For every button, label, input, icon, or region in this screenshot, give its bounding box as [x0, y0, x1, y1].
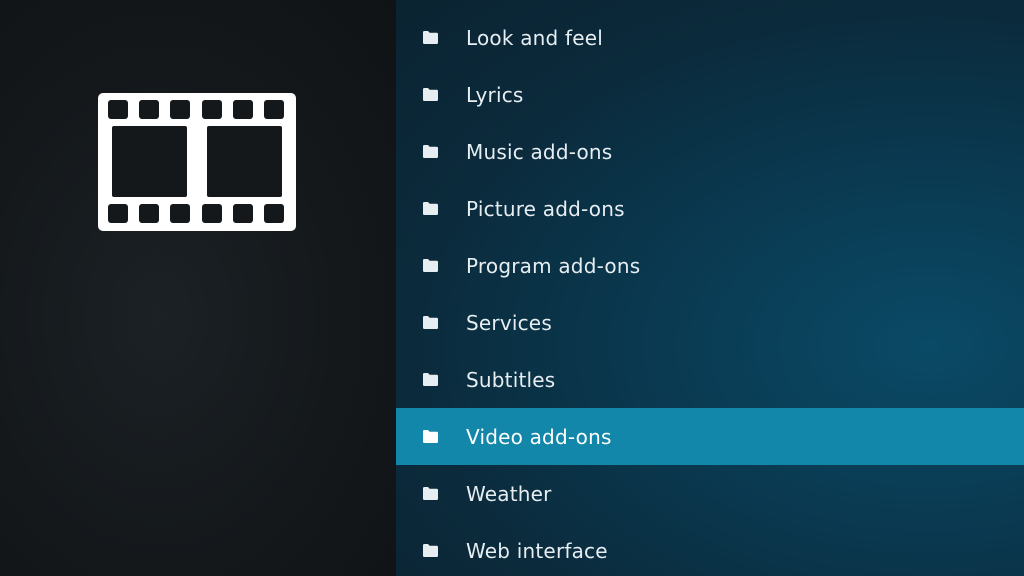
- menu-item-label: Video add-ons: [466, 424, 612, 449]
- menu-item-label: Music add-ons: [466, 139, 613, 164]
- folder-icon: [422, 144, 439, 159]
- menu-item-web-interface[interactable]: Web interface: [396, 522, 1024, 576]
- menu-item-services[interactable]: Services: [396, 294, 1024, 351]
- film-strip-icon: [98, 93, 296, 231]
- folder-icon: [422, 429, 439, 444]
- folder-icon: [422, 543, 439, 558]
- menu-item-look-and-feel[interactable]: Look and feel: [396, 9, 1024, 66]
- menu-item-label: Subtitles: [466, 367, 556, 392]
- folder-icon: [422, 372, 439, 387]
- menu-item-label: Web interface: [466, 538, 608, 563]
- folder-icon: [422, 87, 439, 102]
- menu-item-label: Look and feel: [466, 25, 603, 50]
- menu-item-weather[interactable]: Weather: [396, 465, 1024, 522]
- menu-item-label: Picture add-ons: [466, 196, 625, 221]
- folder-icon: [422, 30, 439, 45]
- menu-item-music-add-ons[interactable]: Music add-ons: [396, 123, 1024, 180]
- folder-icon: [422, 315, 439, 330]
- addon-category-screen: Look and feel Lyrics Music add-ons Picture …: [0, 0, 1024, 576]
- category-preview-panel: [0, 0, 396, 576]
- menu-item-program-add-ons[interactable]: Program add-ons: [396, 237, 1024, 294]
- menu-item-video-add-ons[interactable]: Video add-ons: [396, 408, 1024, 465]
- addon-category-list: Look and feel Lyrics Music add-ons Picture …: [396, 9, 1024, 576]
- menu-item-label: Lyrics: [466, 82, 524, 107]
- menu-item-label: Weather: [466, 481, 552, 506]
- menu-item-label: Services: [466, 310, 552, 335]
- folder-icon: [422, 258, 439, 273]
- menu-item-label: Program add-ons: [466, 253, 641, 278]
- folder-icon: [422, 201, 439, 216]
- menu-item-picture-add-ons[interactable]: Picture add-ons: [396, 180, 1024, 237]
- folder-icon: [422, 486, 439, 501]
- menu-item-lyrics[interactable]: Lyrics: [396, 66, 1024, 123]
- menu-item-subtitles[interactable]: Subtitles: [396, 351, 1024, 408]
- category-list-panel: Look and feel Lyrics Music add-ons Picture …: [396, 0, 1024, 576]
